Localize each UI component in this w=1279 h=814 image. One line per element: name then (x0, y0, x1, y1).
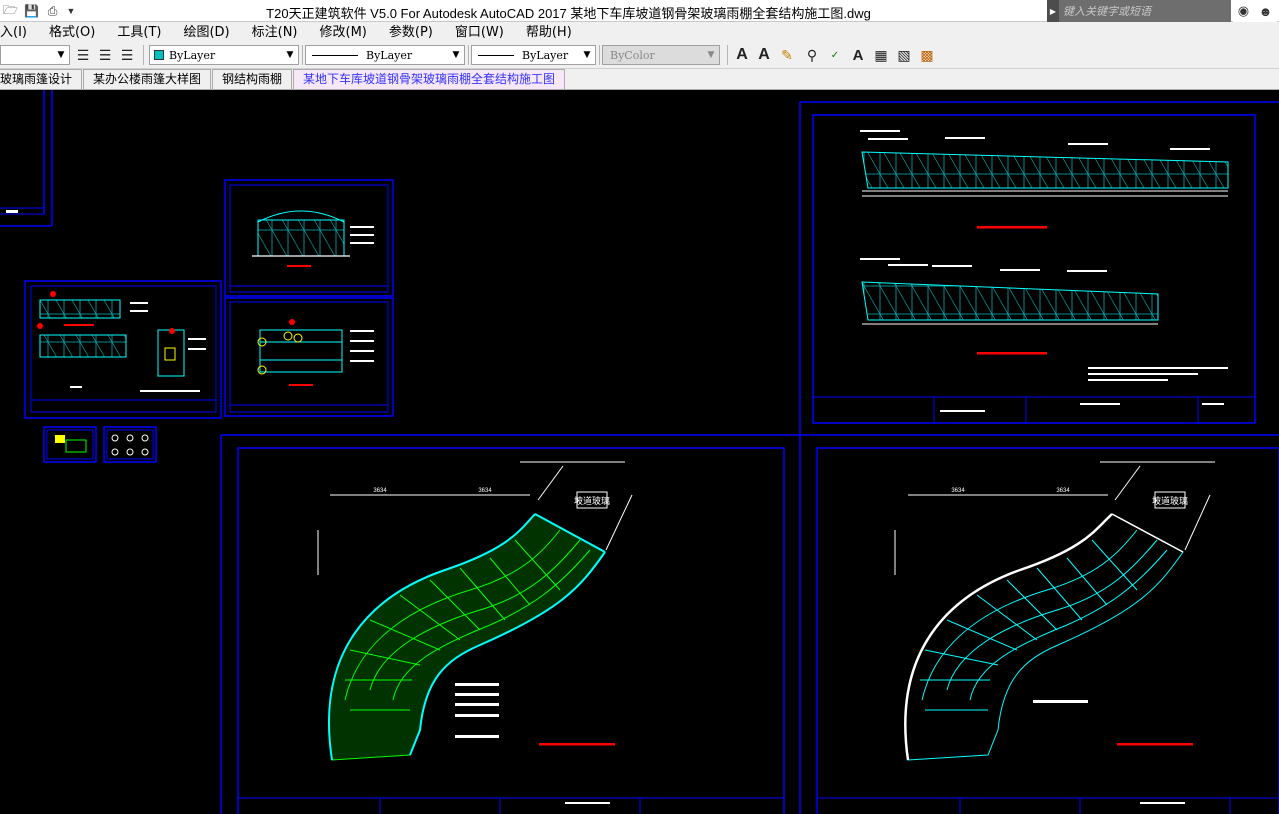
menu-help[interactable]: 帮助(H) (515, 22, 583, 43)
save-icon[interactable]: 💾 (23, 3, 40, 20)
menu-draw[interactable]: 绘图(D) (172, 22, 240, 43)
menu-dimension[interactable]: 标注(N) (241, 22, 309, 43)
file-tabs: 玻璃雨篷设计 某办公楼雨篷大样图 钢结构雨棚 某地下车库坡道钢骨架玻璃雨棚全套结… (0, 69, 1279, 90)
chevron-down-icon: ▼ (286, 50, 294, 60)
tab-steel-canopy[interactable]: 钢结构雨棚 (212, 69, 293, 89)
menu-format[interactable]: 格式(O) (38, 22, 106, 43)
lineweight-combo[interactable]: ByLayer ▼ (471, 45, 596, 65)
plan-b-dim-2: 3634 (1056, 488, 1070, 494)
sheet-medium (24, 280, 222, 419)
plotstyle-combo[interactable]: ByColor ▼ (602, 45, 720, 65)
tab-glass-canopy-design[interactable]: 玻璃雨篷设计 (0, 69, 83, 89)
layer-state-icon[interactable]: ☰ (118, 46, 136, 64)
detail-thumbnails (43, 426, 157, 463)
search-box: ▶ (1047, 0, 1231, 22)
lineweight-value: ByLayer (522, 48, 569, 62)
sheet-small-b (224, 297, 394, 417)
text-scale-icon[interactable]: A (849, 46, 867, 64)
binoculars-icon[interactable]: ◉ (1238, 3, 1249, 19)
chevron-down-icon: ▼ (583, 50, 591, 60)
tab-office-canopy-detail[interactable]: 某办公楼雨篷大样图 (83, 69, 212, 89)
title-bar-tools: ◉ ☻ (1233, 0, 1277, 22)
menu-bar: 入(I) 格式(O) 工具(T) 绘图(D) 标注(N) 修改(M) 参数(P)… (0, 22, 1279, 43)
drawing-canvas[interactable]: 坡道玻璃 3634 3634 坡道玻璃 3634 3634 (0, 90, 1279, 814)
toolbar-separator (468, 45, 469, 65)
menu-window[interactable]: 窗口(W) (444, 22, 515, 43)
tab-garage-ramp-canopy[interactable]: 某地下车库坡道钢骨架玻璃雨棚全套结构施工图 (293, 69, 566, 89)
linetype-combo[interactable]: ByLayer ▼ (305, 45, 465, 65)
print-icon[interactable]: ⎙ (44, 3, 61, 20)
properties-toolbar: ▼ ☰ ☰ ☰ ByLayer ▼ ByLayer ▼ ByLayer ▼ By… (0, 43, 1279, 69)
color-value: ByLayer (169, 48, 216, 62)
model-space: 坡道玻璃 3634 3634 坡道玻璃 3634 3634 (0, 90, 1279, 814)
text-edit-icon[interactable]: A (755, 46, 773, 64)
text-justify-icon[interactable]: ▦ (872, 46, 890, 64)
plan-a-dim-2: 3634 (478, 488, 492, 494)
plan-a-label: 坡道玻璃 (574, 495, 610, 506)
title-bar: 🗁 💾 ⎙ ▼ T20天正建筑软件 V5.0 For Autodesk Auto… (0, 0, 1279, 22)
sheet-elevations (799, 101, 1279, 436)
toolbar-separator (143, 45, 144, 65)
sheet-small-a (224, 179, 394, 297)
search-expand-icon[interactable]: ▶ (1047, 0, 1059, 22)
menu-parametric[interactable]: 参数(P) (378, 22, 444, 43)
linetype-value: ByLayer (366, 48, 413, 62)
color-combo[interactable]: ByLayer ▼ (149, 45, 299, 65)
layer-match-icon[interactable]: ☰ (74, 46, 92, 64)
text-style-icon[interactable]: A (733, 46, 751, 64)
layer-previous-icon[interactable]: ☰ (96, 46, 114, 64)
pencil-icon[interactable]: ✎ (778, 46, 796, 64)
chevron-down-icon: ▼ (707, 50, 715, 60)
sheet-plan-steel: 坡道玻璃 3634 3634 (816, 447, 1279, 814)
color-swatch (154, 50, 164, 60)
chevron-down-icon: ▼ (452, 50, 460, 60)
linetype-sample (312, 54, 358, 56)
quick-access-dropdown-icon[interactable]: ▼ (65, 2, 77, 20)
plotstyle-value: ByColor (610, 48, 655, 62)
text-convert-icon[interactable]: ▧ (895, 46, 913, 64)
lineweight-sample (478, 54, 514, 56)
toolbar-separator (302, 45, 303, 65)
toolbar-separator (599, 45, 600, 65)
sheet-plan-glass: 坡道玻璃 3634 3634 (220, 434, 801, 814)
window-title: T20天正建筑软件 V5.0 For Autodesk AutoCAD 2017… (266, 6, 871, 21)
plan-b-label: 坡道玻璃 (1152, 495, 1188, 506)
quick-access-toolbar: 🗁 💾 ⎙ ▼ (2, 2, 77, 20)
menu-tools[interactable]: 工具(T) (106, 22, 172, 43)
layer-combo[interactable]: ▼ (0, 45, 70, 65)
search-input[interactable] (1059, 0, 1231, 22)
toolbar-separator (727, 45, 728, 65)
user-icon[interactable]: ☻ (1259, 4, 1273, 19)
plan-b-dim-1: 3634 (951, 488, 965, 494)
spellcheck-icon[interactable]: ✓ (826, 46, 844, 64)
sheet-left-partial (0, 90, 53, 227)
find-icon[interactable]: ⚲ (803, 46, 821, 64)
chevron-down-icon: ▼ (57, 50, 65, 60)
menu-modify[interactable]: 修改(M) (309, 22, 378, 43)
plan-a-dim-1: 3634 (373, 488, 387, 494)
open-icon[interactable]: 🗁 (2, 3, 19, 20)
menu-insert[interactable]: 入(I) (0, 22, 38, 43)
text-mask-icon[interactable]: ▩ (918, 46, 936, 64)
